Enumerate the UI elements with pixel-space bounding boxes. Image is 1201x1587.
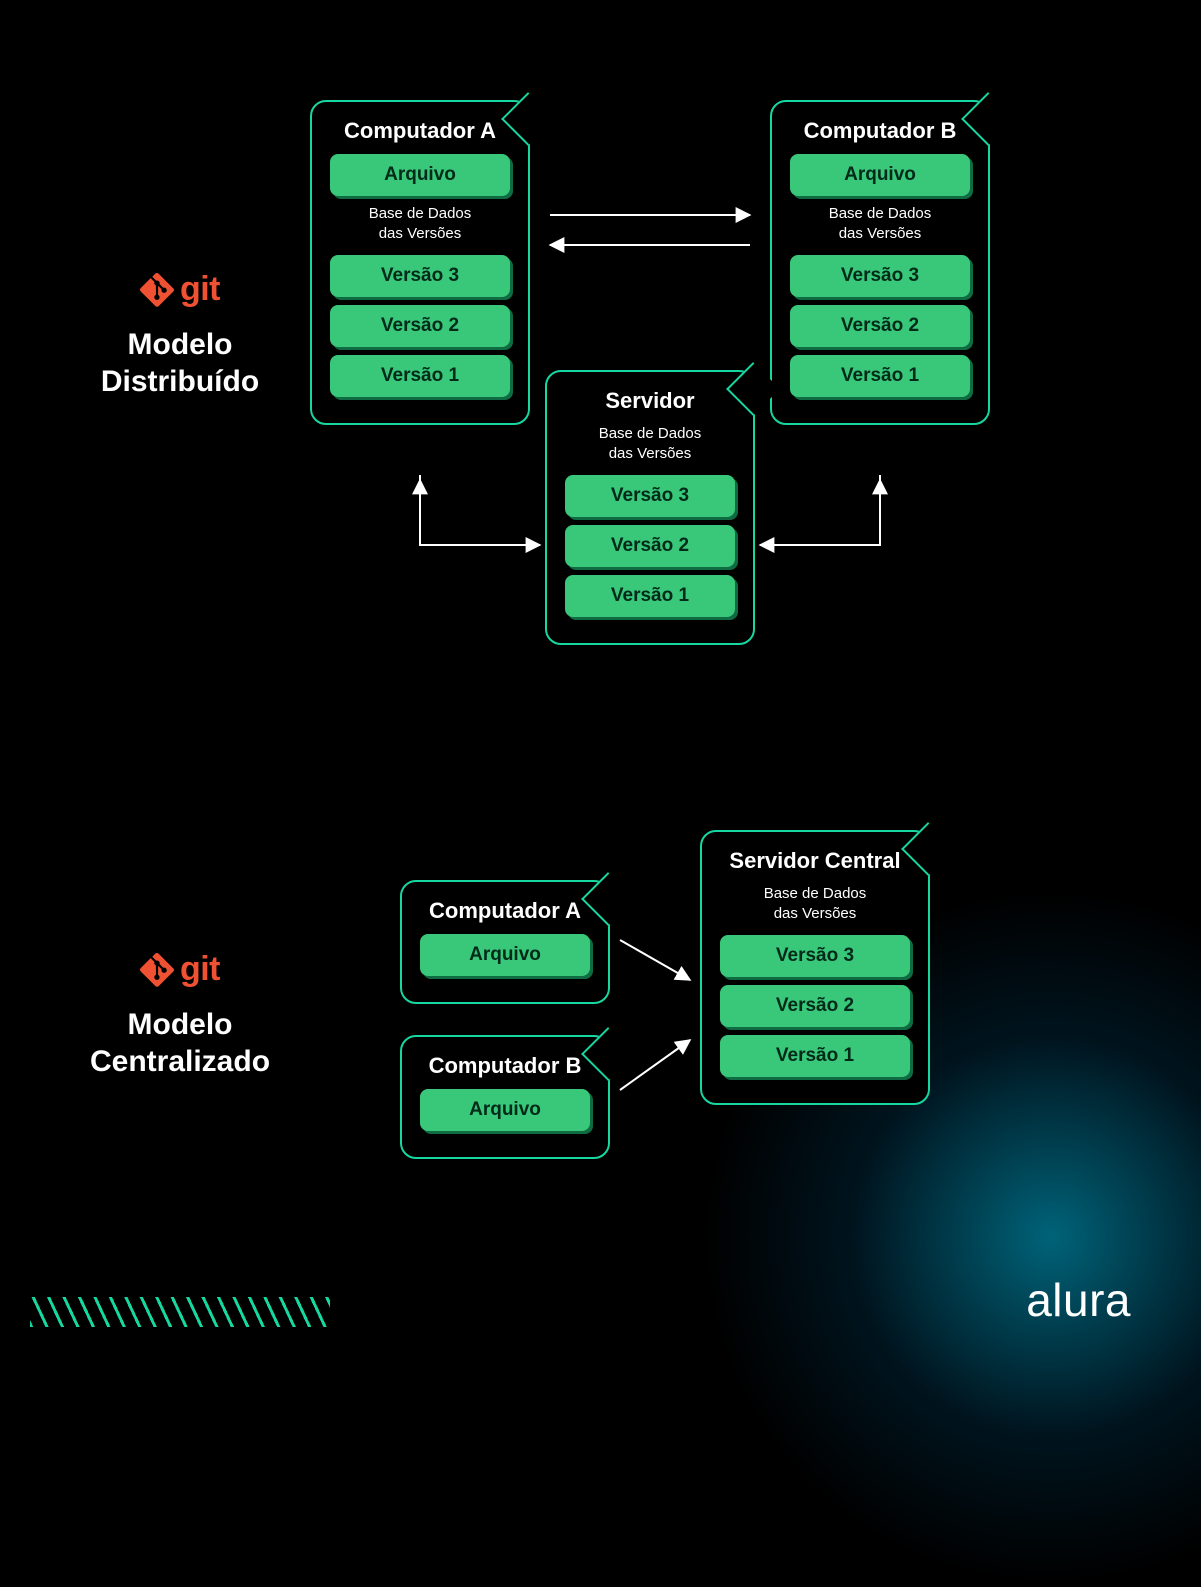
db-label: Base de Dados das Versões: [561, 424, 739, 465]
db-label: Base de Dados das Versões: [326, 204, 514, 245]
file-pill: Arquivo: [420, 1089, 590, 1131]
distributed-label-block: git Modelo Distribuído: [70, 270, 290, 401]
centralized-arrows: [0, 0, 1201, 1387]
version-pill: Versão 2: [790, 305, 970, 347]
version-pill: Versão 3: [720, 935, 910, 977]
file-pill: Arquivo: [790, 154, 970, 196]
centralized-title: Modelo Centralizado: [70, 1006, 290, 1081]
distributed-computer-a-card: Computador A Arquivo Base de Dados das V…: [310, 100, 530, 425]
card-title: Computador A: [416, 898, 594, 924]
db-label: Base de Dados das Versões: [716, 884, 914, 925]
decorative-hatches: [30, 1297, 330, 1327]
git-logo: git: [140, 270, 220, 309]
alura-watermark: alura: [1026, 1273, 1131, 1327]
card-title: Computador B: [416, 1053, 594, 1079]
distributed-server-card: Servidor Base de Dados das Versões Versã…: [545, 370, 755, 645]
file-pill: Arquivo: [330, 154, 510, 196]
version-pill: Versão 1: [720, 1035, 910, 1077]
card-title: Servidor Central: [716, 848, 914, 874]
centralized-label-block: git Modelo Centralizado: [70, 950, 290, 1081]
card-title: Computador A: [326, 118, 514, 144]
db-label: Base de Dados das Versões: [786, 204, 974, 245]
file-pill: Arquivo: [420, 934, 590, 976]
distributed-computer-b-card: Computador B Arquivo Base de Dados das V…: [770, 100, 990, 425]
version-pill: Versão 1: [565, 575, 735, 617]
centralized-computer-a-card: Computador A Arquivo: [400, 880, 610, 1004]
version-pill: Versão 2: [720, 985, 910, 1027]
git-icon: [140, 273, 174, 307]
git-text: git: [180, 950, 220, 989]
centralized-server-card: Servidor Central Base de Dados das Versõ…: [700, 830, 930, 1105]
version-pill: Versão 3: [565, 475, 735, 517]
version-pill: Versão 1: [790, 355, 970, 397]
card-title: Computador B: [786, 118, 974, 144]
version-pill: Versão 3: [790, 255, 970, 297]
version-pill: Versão 2: [330, 305, 510, 347]
card-title: Servidor: [561, 388, 739, 414]
git-logo: git: [140, 950, 220, 989]
git-text: git: [180, 270, 220, 309]
version-pill: Versão 1: [330, 355, 510, 397]
version-pill: Versão 2: [565, 525, 735, 567]
version-pill: Versão 3: [330, 255, 510, 297]
centralized-computer-b-card: Computador B Arquivo: [400, 1035, 610, 1159]
distributed-title: Modelo Distribuído: [70, 326, 290, 401]
git-icon: [140, 953, 174, 987]
